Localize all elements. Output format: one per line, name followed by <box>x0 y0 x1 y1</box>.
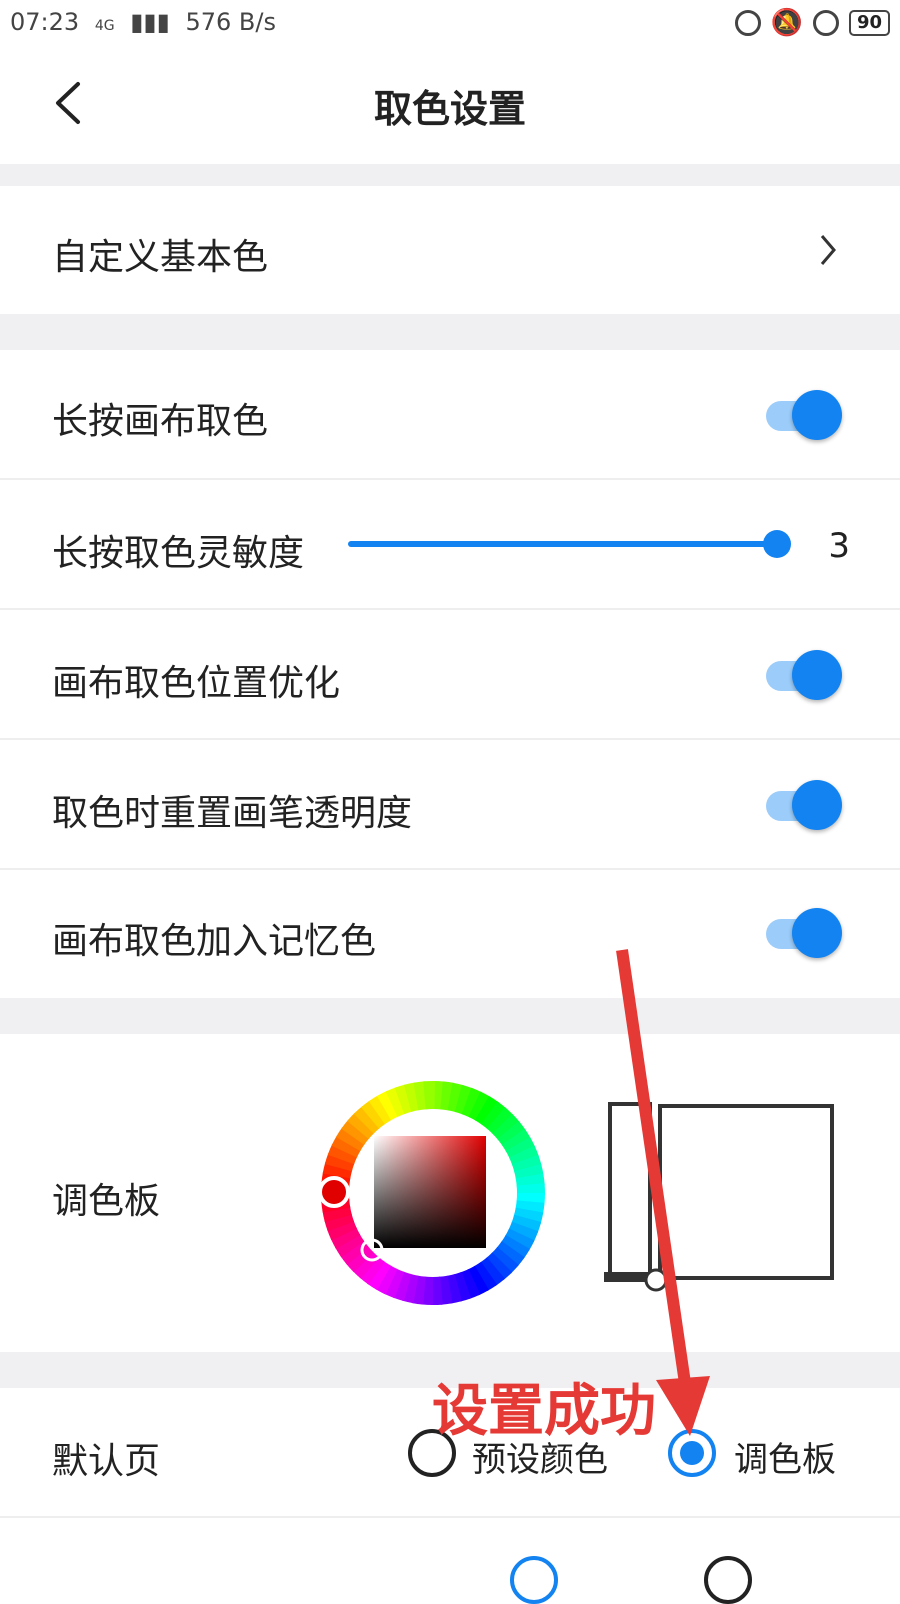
long-press-pick-row: 长按画布取色 <box>0 350 900 480</box>
radio-partial-1[interactable] <box>510 1556 558 1604</box>
option-palette[interactable]: 调色板 <box>734 1432 836 1481</box>
reset-opacity-label: 取色时重置画笔透明度 <box>52 784 412 836</box>
hue-handle <box>320 1178 348 1206</box>
add-memory-toggle[interactable] <box>762 898 842 968</box>
status-left: 07:23 4G ▮▮▮ 576 B/s <box>10 8 284 36</box>
slider-thumb[interactable] <box>763 530 791 558</box>
network-speed: 576 B/s <box>185 8 276 36</box>
status-right: 🔕 90 <box>735 8 890 38</box>
section-gap <box>0 314 900 350</box>
long-press-pick-toggle[interactable] <box>762 380 842 450</box>
custom-colors-label: 自定义基本色 <box>52 228 268 280</box>
sensitivity-value: 3 <box>828 526 850 566</box>
position-opt-label: 画布取色位置优化 <box>52 654 340 706</box>
custom-colors-row[interactable]: 自定义基本色 <box>0 186 900 314</box>
next-row <box>0 1518 900 1600</box>
position-opt-toggle[interactable] <box>762 640 842 710</box>
radio-partial-2[interactable] <box>704 1556 752 1604</box>
status-time: 07:23 <box>10 8 79 36</box>
sensitivity-label: 长按取色灵敏度 <box>52 524 304 576</box>
app-header: 取色设置 <box>0 46 900 164</box>
palette-row: 调色板 <box>0 1034 900 1352</box>
battery-icon: 90 <box>849 10 890 36</box>
section-gap <box>0 998 900 1034</box>
reset-opacity-row: 取色时重置画笔透明度 <box>0 740 900 870</box>
page-title: 取色设置 <box>0 78 900 133</box>
position-opt-row: 画布取色位置优化 <box>0 610 900 740</box>
chevron-right-icon <box>816 230 840 270</box>
sensitivity-row: 长按取色灵敏度 3 <box>0 480 900 610</box>
default-page-label: 默认页 <box>52 1432 160 1484</box>
sensitivity-slider[interactable] <box>348 541 790 547</box>
rotation-lock-icon <box>813 10 839 36</box>
data-saver-icon <box>735 10 761 36</box>
reset-opacity-toggle[interactable] <box>762 770 842 840</box>
section-gap <box>0 164 900 186</box>
add-memory-row: 画布取色加入记忆色 <box>0 870 900 998</box>
color-wheel[interactable] <box>318 1078 548 1308</box>
long-press-pick-label: 长按画布取色 <box>52 392 268 444</box>
annotation-arrow-icon <box>600 940 730 1440</box>
palette-label: 调色板 <box>52 1172 160 1224</box>
network-type: 4G <box>95 18 115 34</box>
status-bar: 07:23 4G ▮▮▮ 576 B/s 🔕 90 <box>0 0 900 46</box>
mute-bell-icon: 🔕 <box>771 8 803 38</box>
signal-icon: ▮▮▮ <box>130 8 170 36</box>
add-memory-label: 画布取色加入记忆色 <box>52 912 376 964</box>
